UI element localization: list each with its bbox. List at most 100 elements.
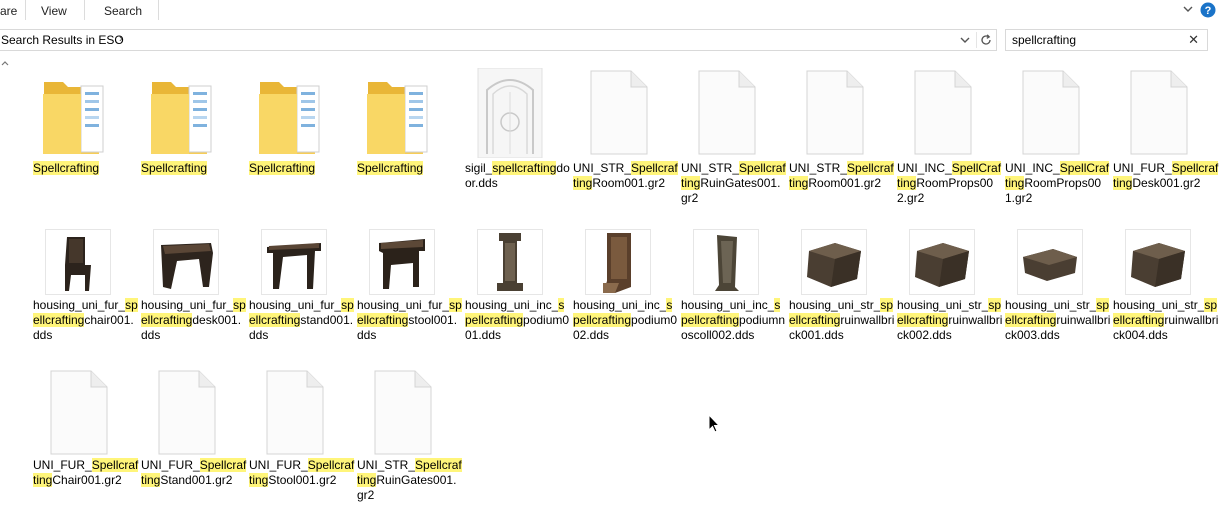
clear-search-icon[interactable]: ✕ <box>1188 32 1199 48</box>
folder-icon <box>365 68 431 158</box>
ribbon-tabs: are View Search ? <box>0 0 1220 22</box>
file-item[interactable]: housing_uni_fur_spellcraftingstool001.dd… <box>357 229 463 342</box>
tab-search[interactable]: Search <box>104 4 142 18</box>
file-icon <box>801 68 867 158</box>
file-name-part: housing_uni_fur_ <box>357 298 450 312</box>
file-item[interactable]: UNI_FUR_SpellcraftingStool001.gr2 <box>249 368 355 487</box>
refresh-icon[interactable] <box>976 32 995 48</box>
file-name: UNI_STR_SpellcraftingRoom001.gr2 <box>789 161 895 191</box>
file-name: housing_uni_inc_spellcraftingpodiumnosco… <box>681 298 787 343</box>
search-match-highlight: spellcrafting <box>492 161 557 175</box>
image-thumbnail <box>477 67 543 159</box>
file-item[interactable]: UNI_FUR_SpellcraftingDesk001.gr2 <box>1113 68 1219 190</box>
file-item[interactable]: UNI_STR_SpellcraftingRuinGates001.gr2 <box>357 368 463 502</box>
file-icon <box>1017 68 1083 158</box>
file-item[interactable]: housing_uni_str_spellcraftingruinwallbri… <box>897 229 1003 342</box>
file-item[interactable]: UNI_STR_SpellcraftingRoom001.gr2 <box>573 68 679 190</box>
file-item[interactable]: Spellcrafting <box>141 68 247 175</box>
file-item[interactable]: UNI_INC_SpellCraftingRoomProps001.gr2 <box>1005 68 1111 205</box>
image-thumbnail <box>369 229 435 295</box>
file-name: housing_uni_str_spellcraftingruinwallbri… <box>1113 298 1219 343</box>
file-name-part: housing_uni_inc_ <box>465 298 559 312</box>
file-item[interactable]: Spellcrafting <box>249 68 355 175</box>
file-item[interactable]: housing_uni_inc_spellcraftingpodium002.d… <box>573 229 679 342</box>
file-name-part: housing_uni_inc_ <box>681 298 775 312</box>
search-match-highlight: Spellcr <box>91 458 129 472</box>
address-bar[interactable]: Search Results in ESO › <box>0 29 997 51</box>
file-item[interactable]: housing_uni_inc_spellcraftingpodium001.d… <box>465 229 571 342</box>
ribbon-divider <box>25 0 26 20</box>
file-name-part: UNI_FUR_ <box>141 458 200 472</box>
file-name: housing_uni_fur_spellcraftingdesk001.dds <box>141 298 247 343</box>
search-match-highlight: Spellcr <box>307 458 345 472</box>
search-match-highlight: Spellcrafting <box>33 161 100 175</box>
file-item[interactable]: housing_uni_fur_spellcraftingstand001.dd… <box>249 229 355 342</box>
file-name: housing_uni_str_spellcraftingruinwallbri… <box>1005 298 1111 343</box>
image-thumbnail <box>585 229 651 295</box>
file-icon <box>909 68 975 158</box>
file-name: UNI_STR_SpellcraftingRuinGates001.gr2 <box>357 458 463 503</box>
file-item[interactable]: UNI_INC_SpellCraftingRoomProps002.gr2 <box>897 68 1003 205</box>
file-item[interactable]: UNI_FUR_SpellcraftingStand001.gr2 <box>141 368 247 487</box>
search-input[interactable]: spellcrafting <box>1012 33 1076 47</box>
file-name-part: Room001.gr2 <box>808 176 882 190</box>
help-icon[interactable]: ? <box>1200 2 1216 21</box>
file-name-part: UNI_STR_ <box>681 161 740 175</box>
file-item[interactable]: Spellcrafting <box>357 68 463 175</box>
search-match-highlight: Spellcra <box>631 161 675 175</box>
file-item[interactable]: UNI_STR_SpellcraftingRoom001.gr2 <box>789 68 895 190</box>
search-match-highlight: SpellCr <box>951 161 992 175</box>
folder-icon <box>41 68 107 158</box>
file-name: housing_uni_inc_spellcraftingpodium002.d… <box>573 298 679 343</box>
file-name-part: UNI_FUR_ <box>33 458 92 472</box>
file-name: UNI_INC_SpellCraftingRoomProps001.gr2 <box>1005 161 1111 206</box>
file-name-part: UNI_FUR_ <box>1113 161 1172 175</box>
search-match-highlight: Spellcrafting <box>357 161 424 175</box>
file-icon <box>369 368 435 458</box>
file-item[interactable]: Spellcrafting <box>33 68 139 175</box>
file-name: housing_uni_fur_spellcraftingstool001.dd… <box>357 298 463 343</box>
file-item[interactable]: UNI_FUR_SpellcraftingChair001.gr2 <box>33 368 139 487</box>
file-item[interactable]: UNI_STR_SpellcraftingRuinGates001.gr2 <box>681 68 787 205</box>
ribbon-divider <box>158 0 159 20</box>
file-icon <box>585 68 651 158</box>
file-name: housing_uni_inc_spellcraftingpodium001.d… <box>465 298 571 343</box>
address-history-dropdown-icon[interactable] <box>958 32 972 48</box>
search-match-highlight: Spellcrafting <box>141 161 208 175</box>
file-name-part: Stand001.gr2 <box>160 473 233 487</box>
search-box[interactable]: spellcrafting ✕ <box>1005 29 1208 51</box>
search-match-highlight: Spellcra <box>739 161 783 175</box>
tab-view[interactable]: View <box>41 4 67 18</box>
file-item[interactable]: housing_uni_str_spellcraftingruinwallbri… <box>1005 229 1111 342</box>
file-name: UNI_FUR_SpellcraftingChair001.gr2 <box>33 458 139 488</box>
tab-share[interactable]: are <box>0 4 17 18</box>
scroll-up-icon[interactable] <box>0 59 10 71</box>
file-name-part: housing_uni_inc_ <box>573 298 667 312</box>
file-name: Spellcrafting <box>141 161 247 176</box>
file-name: Spellcrafting <box>357 161 463 176</box>
file-name-part: sigil_ <box>465 161 493 175</box>
file-name-part: UNI_STR_ <box>573 161 632 175</box>
file-name-part: Chair001.gr2 <box>52 473 122 487</box>
address-path[interactable]: Search Results in ESO <box>1 33 124 47</box>
file-item[interactable]: sigil_spellcraftingdoor.dds <box>465 67 571 190</box>
file-item[interactable]: housing_uni_str_spellcraftingruinwallbri… <box>789 229 895 342</box>
mouse-cursor-icon <box>708 413 721 434</box>
expand-ribbon-icon[interactable] <box>1182 2 1194 19</box>
file-name-part: UNI_STR_ <box>789 161 848 175</box>
file-item[interactable]: housing_uni_str_spellcraftingruinwallbri… <box>1113 229 1219 342</box>
file-item[interactable]: housing_uni_fur_spellcraftingdesk001.dds <box>141 229 247 342</box>
file-item[interactable]: housing_uni_fur_spellcraftingchair001.dd… <box>33 229 139 342</box>
file-name-part: UNI_INC_ <box>897 161 952 175</box>
file-name-part: UNI_FUR_ <box>249 458 308 472</box>
file-item[interactable]: housing_uni_inc_spellcraftingpodiumnosco… <box>681 229 787 342</box>
file-name: UNI_FUR_SpellcraftingDesk001.gr2 <box>1113 161 1219 191</box>
image-thumbnail <box>1125 229 1191 295</box>
file-icon <box>693 68 759 158</box>
svg-text:?: ? <box>1205 5 1212 17</box>
file-name-part: UNI_INC_ <box>1005 161 1060 175</box>
file-name-part: housing_uni_str_ <box>897 298 989 312</box>
file-name-part: Room001.gr2 <box>592 176 666 190</box>
file-name-part: housing_uni_str_ <box>1113 298 1205 312</box>
breadcrumb-chevron-icon[interactable]: › <box>119 33 123 45</box>
